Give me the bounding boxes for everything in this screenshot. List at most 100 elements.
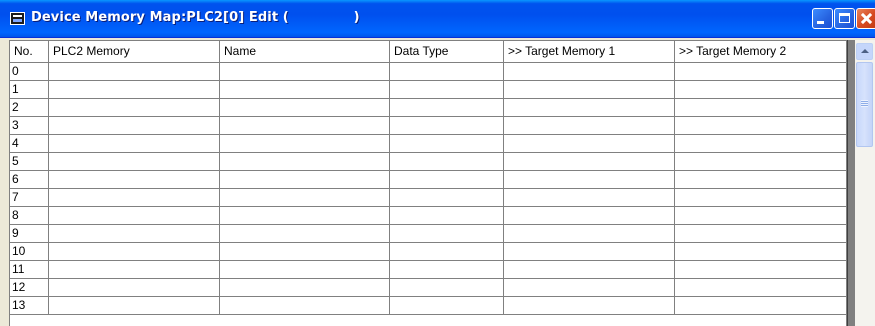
- table-row[interactable]: 3: [10, 117, 846, 135]
- data-type-cell[interactable]: [390, 207, 504, 225]
- name-cell[interactable]: [220, 63, 390, 81]
- row-number[interactable]: 2: [10, 99, 49, 117]
- close-button[interactable]: [856, 8, 875, 29]
- target-memory-1-cell[interactable]: [504, 135, 675, 153]
- plc2-memory-cell[interactable]: [49, 207, 220, 225]
- target-memory-2-cell[interactable]: [675, 99, 846, 117]
- name-cell[interactable]: [220, 81, 390, 99]
- data-type-cell[interactable]: [390, 225, 504, 243]
- column-header-name[interactable]: Name: [220, 41, 390, 63]
- target-memory-1-cell[interactable]: [504, 117, 675, 135]
- plc2-memory-cell[interactable]: [49, 279, 220, 297]
- data-type-cell[interactable]: [390, 63, 504, 81]
- name-cell[interactable]: [220, 225, 390, 243]
- name-cell[interactable]: [220, 117, 390, 135]
- name-cell[interactable]: [220, 99, 390, 117]
- target-memory-2-cell[interactable]: [675, 279, 846, 297]
- row-number[interactable]: 5: [10, 153, 49, 171]
- target-memory-1-cell[interactable]: [504, 171, 675, 189]
- maximize-button[interactable]: [834, 8, 855, 29]
- target-memory-2-cell[interactable]: [675, 225, 846, 243]
- target-memory-2-cell[interactable]: [675, 81, 846, 99]
- name-cell[interactable]: [220, 189, 390, 207]
- data-type-cell[interactable]: [390, 153, 504, 171]
- table-row[interactable]: 13: [10, 297, 846, 315]
- target-memory-1-cell[interactable]: [504, 261, 675, 279]
- data-type-cell[interactable]: [390, 243, 504, 261]
- name-cell[interactable]: [220, 279, 390, 297]
- target-memory-2-cell[interactable]: [675, 63, 846, 81]
- row-number[interactable]: 0: [10, 63, 49, 81]
- target-memory-2-cell[interactable]: [675, 261, 846, 279]
- target-memory-2-cell[interactable]: [675, 207, 846, 225]
- table-row[interactable]: 4: [10, 135, 846, 153]
- table-row[interactable]: 7: [10, 189, 846, 207]
- row-number[interactable]: 11: [10, 261, 49, 279]
- row-number[interactable]: 7: [10, 189, 49, 207]
- plc2-memory-cell[interactable]: [49, 153, 220, 171]
- row-number[interactable]: 12: [10, 279, 49, 297]
- target-memory-1-cell[interactable]: [504, 207, 675, 225]
- data-type-cell[interactable]: [390, 117, 504, 135]
- scroll-up-arrow-icon[interactable]: [856, 43, 873, 60]
- data-type-cell[interactable]: [390, 171, 504, 189]
- column-header-target-memory-2[interactable]: >> Target Memory 2: [675, 41, 846, 63]
- target-memory-1-cell[interactable]: [504, 189, 675, 207]
- target-memory-1-cell[interactable]: [504, 63, 675, 81]
- target-memory-1-cell[interactable]: [504, 153, 675, 171]
- row-number[interactable]: 8: [10, 207, 49, 225]
- plc2-memory-cell[interactable]: [49, 63, 220, 81]
- table-row[interactable]: 5: [10, 153, 846, 171]
- plc2-memory-cell[interactable]: [49, 243, 220, 261]
- target-memory-1-cell[interactable]: [504, 225, 675, 243]
- row-number[interactable]: 13: [10, 297, 49, 315]
- table-row[interactable]: 8: [10, 207, 846, 225]
- name-cell[interactable]: [220, 297, 390, 315]
- name-cell[interactable]: [220, 207, 390, 225]
- plc2-memory-cell[interactable]: [49, 99, 220, 117]
- table-row[interactable]: 11: [10, 261, 846, 279]
- plc2-memory-cell[interactable]: [49, 225, 220, 243]
- target-memory-2-cell[interactable]: [675, 153, 846, 171]
- column-header-target-memory-1[interactable]: >> Target Memory 1: [504, 41, 675, 63]
- target-memory-2-cell[interactable]: [675, 189, 846, 207]
- vertical-scrollbar[interactable]: [855, 40, 875, 326]
- data-type-cell[interactable]: [390, 297, 504, 315]
- name-cell[interactable]: [220, 243, 390, 261]
- table-row[interactable]: 10: [10, 243, 846, 261]
- target-memory-2-cell[interactable]: [675, 135, 846, 153]
- table-row[interactable]: 12: [10, 279, 846, 297]
- target-memory-1-cell[interactable]: [504, 279, 675, 297]
- row-number[interactable]: 10: [10, 243, 49, 261]
- table-row[interactable]: 1: [10, 81, 846, 99]
- plc2-memory-cell[interactable]: [49, 117, 220, 135]
- table-row[interactable]: 6: [10, 171, 846, 189]
- column-header-no[interactable]: No.: [10, 41, 49, 63]
- row-number[interactable]: 9: [10, 225, 49, 243]
- row-number[interactable]: 6: [10, 171, 49, 189]
- plc2-memory-cell[interactable]: [49, 261, 220, 279]
- target-memory-2-cell[interactable]: [675, 243, 846, 261]
- target-memory-1-cell[interactable]: [504, 243, 675, 261]
- name-cell[interactable]: [220, 135, 390, 153]
- row-number[interactable]: 3: [10, 117, 49, 135]
- plc2-memory-cell[interactable]: [49, 189, 220, 207]
- target-memory-1-cell[interactable]: [504, 99, 675, 117]
- plc2-memory-cell[interactable]: [49, 135, 220, 153]
- plc2-memory-cell[interactable]: [49, 297, 220, 315]
- row-number[interactable]: 4: [10, 135, 49, 153]
- data-type-cell[interactable]: [390, 135, 504, 153]
- minimize-button[interactable]: [812, 8, 833, 29]
- title-bar[interactable]: Device Memory Map:PLC2[0] Edit ( ): [0, 0, 875, 38]
- column-header-plc2-memory[interactable]: PLC2 Memory: [49, 41, 220, 63]
- plc2-memory-cell[interactable]: [49, 81, 220, 99]
- name-cell[interactable]: [220, 153, 390, 171]
- table-row[interactable]: 0: [10, 63, 846, 81]
- data-type-cell[interactable]: [390, 261, 504, 279]
- table-row[interactable]: 2: [10, 99, 846, 117]
- target-memory-1-cell[interactable]: [504, 81, 675, 99]
- window-app-icon[interactable]: [10, 12, 25, 25]
- table-row[interactable]: 9: [10, 225, 846, 243]
- scroll-thumb[interactable]: [856, 62, 873, 147]
- data-type-cell[interactable]: [390, 189, 504, 207]
